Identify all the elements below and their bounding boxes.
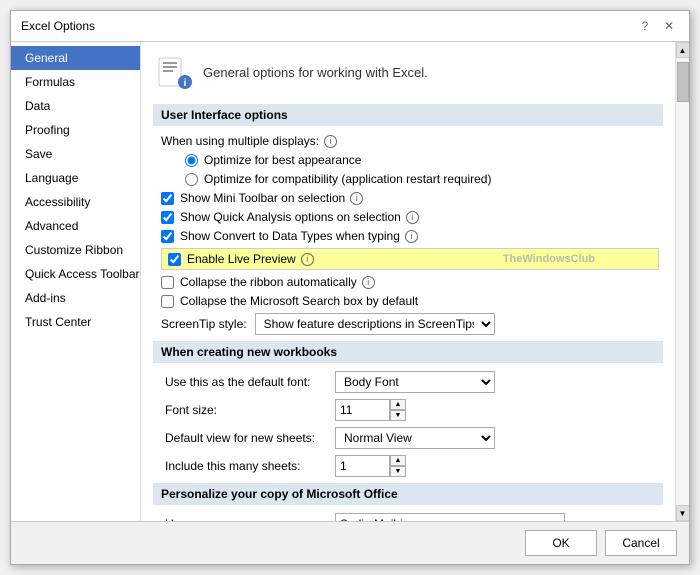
font-size-spinner: ▲ ▼: [335, 399, 406, 421]
sheets-count-row: Include this many sheets: ▲ ▼: [157, 455, 659, 477]
font-size-down-button[interactable]: ▼: [390, 410, 406, 421]
sidebar-item-trust-center[interactable]: Trust Center: [11, 310, 140, 334]
scroll-up-button[interactable]: ▲: [676, 42, 690, 58]
default-view-label: Default view for new sheets:: [165, 431, 335, 445]
sidebar-item-accessibility[interactable]: Accessibility: [11, 190, 140, 214]
svg-text:i: i: [184, 78, 187, 89]
font-select[interactable]: Body Font Calibri Arial: [335, 371, 495, 393]
font-label: Use this as the default font:: [165, 375, 335, 389]
sheets-up-button[interactable]: ▲: [390, 455, 406, 466]
font-size-label: Font size:: [165, 403, 335, 417]
when-using-multiple-row: When using multiple displays: i: [157, 134, 659, 148]
title-bar: Excel Options ? ✕: [11, 11, 689, 42]
check1-info-icon[interactable]: i: [350, 192, 363, 205]
main-header-text: General options for working with Excel.: [203, 65, 428, 80]
main-content: i General options for working with Excel…: [141, 42, 675, 521]
sidebar-item-save[interactable]: Save: [11, 142, 140, 166]
default-view-row: Default view for new sheets: Normal View…: [157, 427, 659, 449]
screentip-label: ScreenTip style:: [161, 317, 247, 331]
check2-label: Show Quick Analysis options on selection…: [180, 210, 419, 224]
scroll-thumb[interactable]: [677, 62, 689, 102]
radio2-label: Optimize for compatibility (application …: [204, 172, 491, 186]
title-bar-controls: ? ✕: [635, 17, 679, 35]
radio1-row: Optimize for best appearance: [157, 153, 659, 167]
dialog-body: General Formulas Data Proofing Save Lang…: [11, 42, 689, 521]
scroll-down-button[interactable]: ▼: [676, 505, 690, 521]
check3-label: Show Convert to Data Types when typing i: [180, 229, 418, 243]
sidebar-item-customize-ribbon[interactable]: Customize Ribbon: [11, 238, 140, 262]
ok-button[interactable]: OK: [525, 530, 597, 556]
personalize-section-header: Personalize your copy of Microsoft Offic…: [153, 483, 663, 505]
dialog-footer: OK Cancel: [11, 521, 689, 564]
collapse-ribbon-checkbox[interactable]: [161, 276, 174, 289]
sheets-down-button[interactable]: ▼: [390, 466, 406, 477]
radio1-label: Optimize for best appearance: [204, 153, 361, 167]
excel-options-icon: i: [157, 54, 193, 90]
sidebar-item-addins[interactable]: Add-ins: [11, 286, 140, 310]
font-size-input[interactable]: [335, 399, 390, 421]
show-quick-analysis-checkbox[interactable]: [161, 211, 174, 224]
scrollbar: ▲ ▼: [675, 42, 689, 521]
sheets-spinner: ▲ ▼: [335, 455, 406, 477]
sidebar-item-advanced[interactable]: Advanced: [11, 214, 140, 238]
sheets-count-label: Include this many sheets:: [165, 459, 335, 473]
main-header: i General options for working with Excel…: [157, 54, 659, 90]
sidebar: General Formulas Data Proofing Save Lang…: [11, 42, 141, 521]
show-convert-checkbox[interactable]: [161, 230, 174, 243]
check2-info-icon[interactable]: i: [406, 211, 419, 224]
when-using-multiple-label: When using multiple displays: i: [161, 134, 337, 148]
check1-row: Show Mini Toolbar on selection i: [157, 191, 659, 205]
radio2-row: Optimize for compatibility (application …: [157, 172, 659, 186]
username-row: User name:: [157, 513, 659, 521]
cancel-button[interactable]: Cancel: [605, 530, 677, 556]
check2-row: Show Quick Analysis options on selection…: [157, 210, 659, 224]
radio-compatibility[interactable]: [185, 173, 198, 186]
sidebar-item-general[interactable]: General: [11, 46, 140, 70]
check5-label: Collapse the ribbon automatically i: [180, 275, 375, 289]
sidebar-item-proofing[interactable]: Proofing: [11, 118, 140, 142]
check6-row: Collapse the Microsoft Search box by def…: [157, 294, 659, 308]
screentip-row: ScreenTip style: Show feature descriptio…: [157, 313, 659, 335]
check6-label: Collapse the Microsoft Search box by def…: [180, 294, 418, 308]
watermark: TheWindowsClub: [503, 253, 595, 265]
enable-live-preview-row: Enable Live Preview i TheWindowsClub: [161, 248, 659, 270]
collapse-search-checkbox[interactable]: [161, 295, 174, 308]
sidebar-item-quick-access[interactable]: Quick Access Toolbar: [11, 262, 140, 286]
username-input[interactable]: [335, 513, 565, 521]
check1-label: Show Mini Toolbar on selection i: [180, 191, 363, 205]
username-label: User name:: [165, 517, 335, 521]
ui-options-section-header: User Interface options: [153, 104, 663, 126]
help-button[interactable]: ?: [635, 17, 655, 35]
enable-live-preview-checkbox[interactable]: [168, 253, 181, 266]
check3-info-icon[interactable]: i: [405, 230, 418, 243]
sheets-input[interactable]: [335, 455, 390, 477]
sidebar-item-data[interactable]: Data: [11, 94, 140, 118]
live-preview-info-icon[interactable]: i: [301, 253, 314, 266]
sidebar-item-formulas[interactable]: Formulas: [11, 70, 140, 94]
screentip-select[interactable]: Show feature descriptions in ScreenTips …: [255, 313, 495, 335]
font-size-row: Font size: ▲ ▼: [157, 399, 659, 421]
when-using-multiple-info-icon[interactable]: i: [324, 135, 337, 148]
check3-row: Show Convert to Data Types when typing i: [157, 229, 659, 243]
check5-row: Collapse the ribbon automatically i: [157, 275, 659, 289]
enable-live-preview-label: Enable Live Preview i: [187, 252, 314, 266]
radio-best-appearance[interactable]: [185, 154, 198, 167]
check5-info-icon[interactable]: i: [362, 276, 375, 289]
font-row: Use this as the default font: Body Font …: [157, 371, 659, 393]
main-and-scroll: i General options for working with Excel…: [141, 42, 689, 521]
font-size-up-button[interactable]: ▲: [390, 399, 406, 410]
dialog-title: Excel Options: [21, 19, 95, 33]
sidebar-item-language[interactable]: Language: [11, 166, 140, 190]
close-button[interactable]: ✕: [659, 17, 679, 35]
default-view-select[interactable]: Normal View Page Break Preview Page Layo…: [335, 427, 495, 449]
excel-options-dialog: Excel Options ? ✕ General Formulas Data …: [10, 10, 690, 565]
new-workbooks-section-header: When creating new workbooks: [153, 341, 663, 363]
show-mini-toolbar-checkbox[interactable]: [161, 192, 174, 205]
